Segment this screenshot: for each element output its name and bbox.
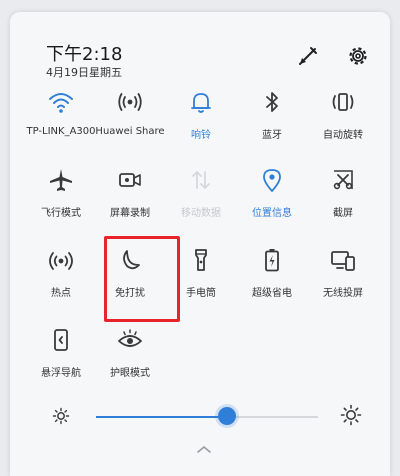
tile-label: 移动数据 [181, 208, 221, 219]
highlight-box [104, 236, 180, 322]
tile-label: 位置信息 [252, 208, 292, 219]
tile-label: 悬浮导航 [41, 368, 81, 379]
tile-label: 屏幕录制 [110, 208, 150, 219]
brightness-slider-thumb[interactable] [217, 407, 236, 425]
brightness-high-icon [340, 404, 362, 426]
projection-icon [331, 251, 355, 271]
clock-time: 下午2:18 [46, 44, 123, 65]
brightness-slider-fill [96, 416, 227, 418]
tile-label: Huawei Share [95, 126, 165, 137]
tile-location[interactable]: 位置信息 [234, 166, 310, 236]
airplane-icon [50, 169, 72, 191]
location-icon [263, 169, 281, 192]
tile-label: 护眼模式 [110, 368, 150, 379]
tile-label: 截屏 [333, 208, 353, 219]
hotspot-icon [49, 252, 73, 270]
tile-bluetooth[interactable]: 蓝牙 [234, 88, 310, 158]
tile-floating-nav[interactable]: 悬浮导航 [23, 326, 99, 396]
tile-mobile-data[interactable]: 移动数据 [163, 166, 239, 236]
tile-airplane[interactable]: 飞行模式 [23, 166, 99, 236]
eye-icon [118, 329, 142, 347]
chevron-up-icon[interactable] [196, 444, 212, 454]
clock-date: 4月19日星期五 [46, 66, 122, 79]
brightness-slider[interactable] [96, 416, 318, 418]
tile-huawei-share[interactable]: Huawei Share [92, 88, 168, 158]
tile-label: 无线投屏 [323, 288, 363, 299]
tile-hotspot[interactable]: 热点 [23, 246, 99, 316]
gear-icon[interactable] [346, 44, 370, 68]
edit-icon[interactable] [296, 44, 320, 68]
tile-eye-comfort[interactable]: 护眼模式 [92, 326, 168, 396]
tile-ring[interactable]: 响铃 [163, 88, 239, 158]
tile-auto-rotate[interactable]: 自动旋转 [305, 88, 381, 158]
battery-icon [265, 249, 279, 272]
record-icon [119, 173, 141, 187]
tile-label: 热点 [51, 288, 71, 299]
brightness-low-icon [52, 407, 70, 425]
scissors-icon [333, 170, 353, 190]
tile-screen-record[interactable]: 屏幕录制 [92, 166, 168, 236]
share-waves-icon [118, 93, 142, 111]
floating-nav-icon [54, 329, 68, 351]
bell-icon [191, 93, 211, 113]
tile-screenshot[interactable]: 截屏 [305, 166, 381, 236]
tile-label: TP-LINK_A300 [26, 126, 96, 137]
bluetooth-icon [266, 92, 278, 112]
rotate-icon [332, 93, 354, 111]
tile-label: 飞行模式 [41, 208, 81, 219]
tile-wifi[interactable]: TP-LINK_A300 [23, 88, 99, 158]
mobile-data-icon [192, 171, 210, 189]
tile-wireless-projection[interactable]: 无线投屏 [305, 246, 381, 316]
tile-label: 响铃 [191, 130, 211, 141]
tile-label: 自动旋转 [323, 130, 363, 141]
flashlight-icon [195, 249, 207, 271]
tile-power-saver[interactable]: 超级省电 [234, 246, 310, 316]
tile-label: 超级省电 [252, 288, 292, 299]
tile-label: 蓝牙 [262, 130, 282, 141]
wifi-icon [49, 93, 73, 113]
